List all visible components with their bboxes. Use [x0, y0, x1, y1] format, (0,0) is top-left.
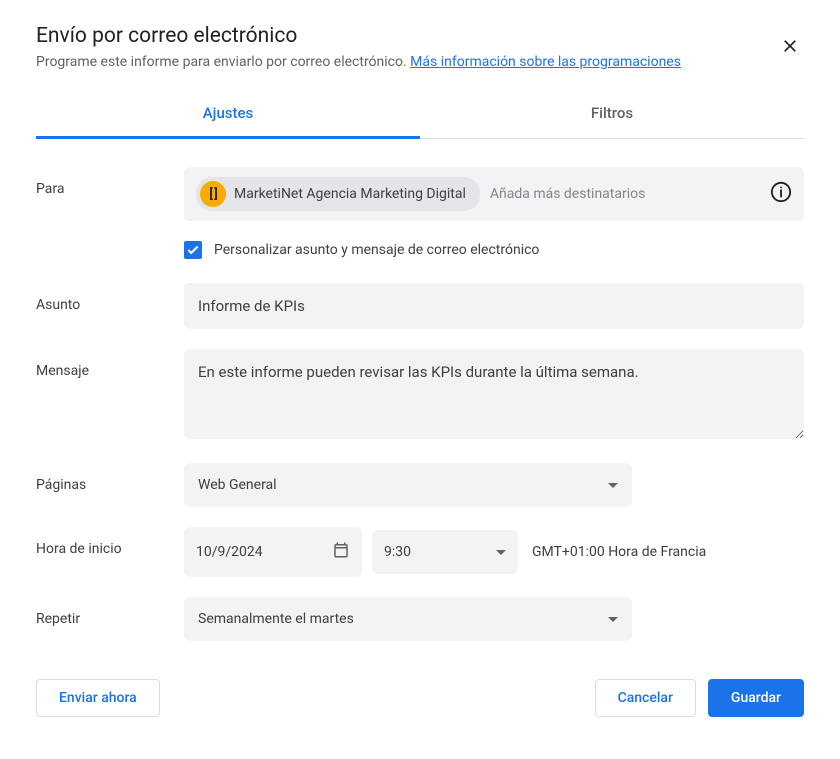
chevron-down-icon — [496, 544, 506, 560]
recipient-chip[interactable]: [ ] MarketiNet Agencia Marketing Digital — [196, 177, 480, 211]
row-pages: Páginas Web General — [36, 463, 804, 507]
date-value: 10/9/2024 — [196, 544, 263, 560]
repeat-select[interactable]: Semanalmente el martes — [184, 597, 632, 641]
row-recipients: Para [ ] MarketiNet Agencia Marketing Di… — [36, 167, 804, 221]
row-message: Mensaje — [36, 349, 804, 443]
save-button[interactable]: Guardar — [708, 679, 804, 717]
tab-filters[interactable]: Filtros — [420, 90, 804, 139]
close-icon — [780, 36, 800, 56]
customize-checkbox-label: Personalizar asunto y mensaje de correo … — [214, 242, 539, 258]
row-start-time: Hora de inicio 10/9/2024 9:30 GMT+01:00 … — [36, 527, 804, 577]
row-repeat: Repetir Semanalmente el martes — [36, 597, 804, 641]
info-icon[interactable] — [770, 181, 792, 207]
dialog-header: Envío por correo electrónico Programe es… — [36, 24, 804, 70]
pages-value: Web General — [198, 477, 277, 493]
dialog-title: Envío por correo electrónico — [36, 24, 804, 48]
dialog-subtitle: Programe este informe para enviarlo por … — [36, 54, 804, 70]
label-subject: Asunto — [36, 283, 184, 313]
customize-checkbox[interactable] — [184, 241, 202, 259]
tabs: Ajustes Filtros — [36, 90, 804, 139]
customize-checkbox-row: Personalizar asunto y mensaje de correo … — [184, 241, 804, 259]
timezone-label: GMT+01:00 Hora de Francia — [532, 544, 706, 560]
recipients-placeholder: Añada más destinatarios — [490, 186, 645, 202]
tab-settings[interactable]: Ajustes — [36, 90, 420, 139]
subtitle-text: Programe este informe para enviarlo por … — [36, 54, 407, 70]
time-value: 9:30 — [384, 544, 411, 560]
calendar-icon — [332, 541, 350, 563]
recipient-chip-label: MarketiNet Agencia Marketing Digital — [234, 186, 466, 202]
label-repeat: Repetir — [36, 597, 184, 627]
row-subject: Asunto — [36, 283, 804, 329]
dialog-footer: Enviar ahora Cancelar Guardar — [36, 679, 804, 717]
close-button[interactable] — [776, 32, 804, 63]
email-schedule-dialog: Envío por correo electrónico Programe es… — [0, 0, 840, 745]
subject-input[interactable] — [184, 283, 804, 329]
pages-select[interactable]: Web General — [184, 463, 632, 507]
checkmark-icon — [186, 243, 200, 257]
message-textarea[interactable] — [184, 349, 804, 439]
time-picker[interactable]: 9:30 — [372, 530, 518, 574]
cancel-button[interactable]: Cancelar — [595, 679, 696, 717]
label-to: Para — [36, 167, 184, 197]
learn-more-link[interactable]: Más información sobre las programaciones — [410, 54, 681, 70]
label-pages: Páginas — [36, 463, 184, 493]
chevron-down-icon — [608, 611, 618, 627]
label-start-time: Hora de inicio — [36, 527, 184, 557]
recipients-input[interactable]: [ ] MarketiNet Agencia Marketing Digital… — [184, 167, 804, 221]
date-picker[interactable]: 10/9/2024 — [184, 527, 362, 577]
send-now-button[interactable]: Enviar ahora — [36, 679, 160, 717]
repeat-value: Semanalmente el martes — [198, 611, 354, 627]
recipient-avatar: [ ] — [200, 181, 226, 207]
chevron-down-icon — [608, 477, 618, 493]
label-message: Mensaje — [36, 349, 184, 379]
